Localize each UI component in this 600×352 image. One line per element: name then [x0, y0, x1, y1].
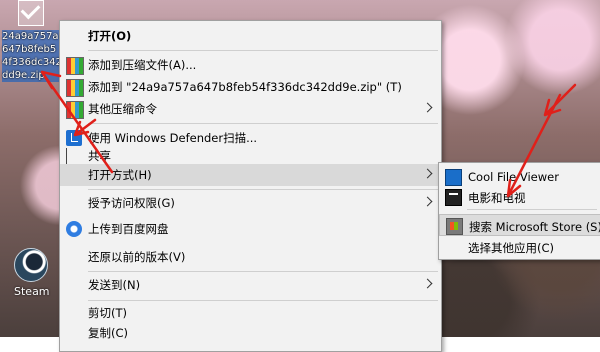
menu-item-label: 上传到百度网盘	[88, 222, 169, 236]
menu-item-add-to-named-zip[interactable]: 添加到 "24a9a757a647b8feb54f336dc342dd9e.zi…	[60, 76, 441, 98]
menu-item-label: 添加到压缩文件(A)...	[88, 58, 197, 72]
chevron-right-icon	[422, 168, 433, 179]
menu-item-open[interactable]: 打开(O)	[60, 25, 441, 47]
share-icon	[66, 148, 83, 165]
chevron-right-icon	[422, 278, 433, 289]
zip-file-icon[interactable]	[18, 0, 44, 26]
submenu-item-label: 电影和电视	[468, 191, 526, 205]
menu-item-label: 还原以前的版本(V)	[88, 250, 186, 264]
desktop-file-name[interactable]: 24a9a757a647b8feb54f336dc342dd9e.zip	[2, 30, 62, 82]
menu-divider	[88, 189, 438, 190]
menu-item-grant-access[interactable]: 授予访问权限(G)	[60, 192, 441, 214]
menu-divider	[88, 300, 438, 301]
menu-item-label: 共享	[88, 149, 111, 163]
menu-item-add-to-archive[interactable]: 添加到压缩文件(A)...	[60, 54, 441, 76]
chevron-right-icon	[422, 196, 433, 207]
context-menu: 打开(O) 添加到压缩文件(A)... 添加到 "24a9a757a647b8f…	[59, 20, 442, 352]
menu-item-label: 复制(C)	[88, 326, 129, 340]
menu-item-restore-previous[interactable]: 还原以前的版本(V)	[60, 246, 441, 268]
menu-divider	[88, 271, 438, 272]
menu-item-label: 授予访问权限(G)	[88, 196, 175, 210]
menu-divider	[467, 209, 597, 210]
menu-item-copy[interactable]: 复制(C)	[60, 322, 441, 344]
menu-divider	[88, 123, 438, 124]
zip-icon	[66, 101, 84, 119]
menu-item-upload-baidu[interactable]: 上传到百度网盘	[60, 218, 441, 240]
menu-item-label: 剪切(T)	[88, 306, 127, 320]
submenu-item-movies-tv[interactable]: 电影和电视	[439, 186, 600, 208]
menu-divider	[88, 50, 438, 51]
menu-item-label: 其他压缩命令	[88, 102, 157, 116]
movies-tv-icon	[445, 189, 462, 206]
baidu-netdisk-icon	[66, 221, 82, 237]
submenu-item-cool-file-viewer[interactable]: Cool File Viewer	[439, 166, 600, 188]
menu-item-send-to[interactable]: 发送到(N)	[60, 274, 441, 296]
menu-item-label: 打开方式(H)	[88, 168, 152, 182]
menu-item-label: 打开(O)	[88, 29, 132, 43]
menu-item-other-compress-commands[interactable]: 其他压缩命令	[60, 98, 441, 120]
menu-item-cut[interactable]: 剪切(T)	[60, 302, 441, 324]
submenu-item-choose-other-app[interactable]: 选择其他应用(C)	[439, 236, 600, 258]
menu-item-open-with[interactable]: 打开方式(H)	[60, 164, 441, 186]
menu-item-label: 使用 Windows Defender扫描...	[88, 131, 258, 145]
submenu-item-microsoft-store[interactable]: 搜索 Microsoft Store (S)	[439, 214, 600, 236]
zip-icon	[66, 57, 84, 75]
submenu-item-label: 搜索 Microsoft Store (S)	[469, 220, 600, 234]
microsoft-store-icon	[446, 218, 463, 235]
submenu-item-label: 选择其他应用(C)	[468, 241, 555, 255]
zip-icon	[66, 79, 84, 97]
cool-file-viewer-icon	[445, 169, 462, 186]
menu-item-label: 发送到(N)	[88, 278, 141, 292]
steam-label[interactable]: Steam	[14, 285, 50, 298]
chevron-right-icon	[422, 102, 433, 113]
defender-icon	[66, 130, 82, 146]
submenu-item-label: Cool File Viewer	[468, 170, 559, 184]
menu-item-label: 添加到 "24a9a757a647b8feb54f336dc342dd9e.zi…	[88, 80, 402, 94]
open-with-submenu: Cool File Viewer 电影和电视 搜索 Microsoft Stor…	[438, 162, 600, 260]
steam-icon[interactable]	[14, 248, 48, 282]
